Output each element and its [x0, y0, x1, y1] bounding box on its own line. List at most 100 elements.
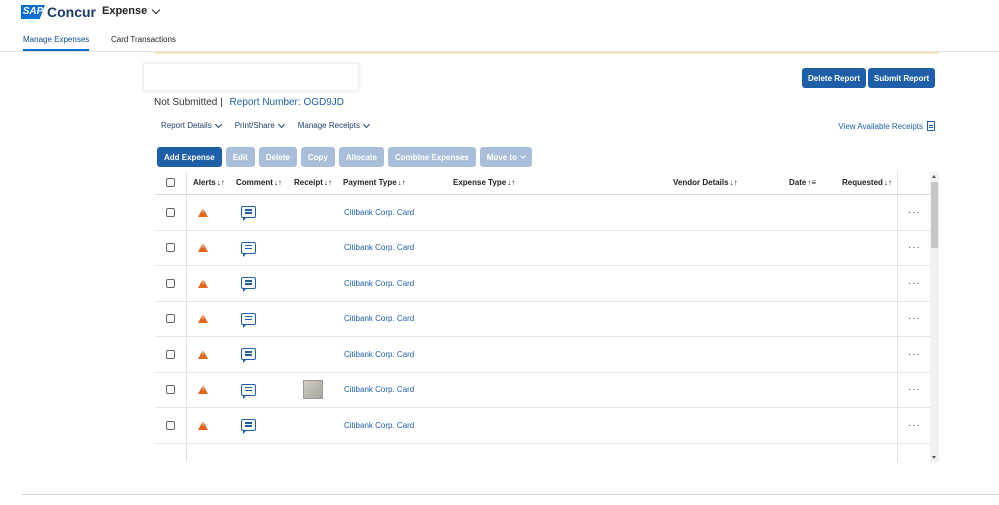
row-checkbox[interactable] — [166, 420, 175, 430]
warning-icon[interactable] — [198, 278, 208, 288]
table-row[interactable]: Citibank Corp. Card ··· — [155, 408, 930, 444]
comment-icon[interactable] — [241, 419, 256, 435]
table-row[interactable]: Citibank Corp. Card ··· — [155, 302, 930, 337]
manage-receipts-menu[interactable]: Manage Receipts — [297, 120, 371, 130]
row-more-icon[interactable]: ··· — [908, 242, 921, 253]
expense-app-menu-label: Expense — [102, 5, 148, 17]
table-row[interactable]: Citibank Corp. Card ··· — [155, 337, 930, 373]
header-payment-type[interactable]: Payment Type ↓↑ — [343, 171, 406, 194]
header-date[interactable]: Date ↑≡ — [789, 171, 816, 194]
allocate-button[interactable]: Allocate — [338, 147, 384, 167]
row-more-icon[interactable]: ··· — [908, 349, 921, 360]
receipt-thumbnail[interactable] — [303, 380, 323, 400]
row-more-icon[interactable]: ··· — [908, 207, 921, 218]
payment-type-link[interactable]: Citibank Corp. Card — [344, 350, 414, 359]
table-row[interactable]: Citibank Corp. Card ··· — [155, 195, 930, 231]
row-more-icon[interactable]: ··· — [908, 313, 921, 324]
row-checkbox[interactable] — [166, 207, 175, 217]
warning-icon[interactable] — [198, 349, 208, 359]
payment-type-link[interactable]: Citibank Corp. Card — [344, 208, 414, 217]
table-scrollbar[interactable] — [930, 172, 939, 462]
submit-report-button[interactable]: Submit Report — [868, 68, 936, 88]
view-available-receipts-link[interactable]: View Available Receipts — [838, 121, 935, 131]
chevron-down-icon — [214, 120, 222, 128]
combine-expenses-button[interactable]: Combine Expenses — [387, 147, 476, 167]
nav-tabs: Manage Expenses Card Transactions — [0, 28, 999, 52]
sort-icon: ↓↑ — [507, 178, 516, 187]
sort-icon: ↓↑ — [216, 178, 225, 187]
header-requested[interactable]: Requested ↓↑ — [842, 171, 892, 194]
copy-button[interactable]: Copy — [300, 147, 335, 167]
delete-button[interactable]: Delete — [258, 147, 297, 167]
header-requested-label: Requested — [842, 178, 883, 187]
delete-report-button[interactable]: Delete Report — [802, 68, 867, 88]
payment-type-link[interactable]: Citibank Corp. Card — [344, 385, 414, 394]
scroll-down-icon[interactable] — [932, 456, 936, 459]
header-comment-label: Comment — [236, 178, 273, 187]
move-to-button[interactable]: Move to — [479, 147, 532, 167]
tab-manage-expenses[interactable]: Manage Expenses — [23, 35, 90, 51]
chevron-down-icon — [520, 152, 526, 159]
scroll-up-icon[interactable] — [932, 175, 936, 178]
manage-receipts-label: Manage Receipts — [297, 121, 360, 130]
row-more-icon[interactable]: ··· — [908, 384, 921, 395]
chevron-down-icon — [152, 5, 161, 14]
payment-type-link[interactable]: Citibank Corp. Card — [344, 314, 414, 323]
row-more-icon[interactable]: ··· — [908, 278, 921, 289]
comment-icon[interactable] — [241, 312, 256, 328]
header-comment[interactable]: Comment ↓↑ — [236, 171, 282, 194]
comment-icon[interactable] — [241, 277, 256, 293]
move-to-label: Move to — [486, 152, 517, 162]
tab-card-transactions[interactable]: Card Transactions — [111, 35, 176, 44]
add-expense-button[interactable]: Add Expense — [157, 147, 222, 167]
comment-icon[interactable] — [241, 383, 256, 399]
sap-concur-logo[interactable]: SAP Concur — [21, 4, 96, 20]
payment-type-link[interactable]: Citibank Corp. Card — [344, 279, 414, 288]
header-payment-type-label: Payment Type — [343, 178, 397, 187]
warning-icon[interactable] — [198, 314, 208, 324]
select-all-checkbox[interactable] — [166, 178, 175, 187]
warning-icon[interactable] — [198, 243, 208, 253]
table-body: Citibank Corp. Card ··· Citibank Corp. C… — [155, 195, 930, 444]
comment-icon[interactable] — [241, 348, 256, 364]
footer-divider — [22, 494, 999, 495]
header-vendor-details[interactable]: Vendor Details ↓↑ — [673, 171, 738, 194]
table-row[interactable]: Citibank Corp. Card ··· — [155, 231, 930, 266]
report-details-label: Report Details — [161, 121, 212, 130]
expense-toolbar: Add Expense Edit Delete Copy Allocate Co… — [157, 147, 532, 167]
edit-button[interactable]: Edit — [225, 147, 255, 167]
comment-icon[interactable] — [241, 206, 256, 222]
warning-icon[interactable] — [198, 207, 208, 217]
header-expense-type[interactable]: Expense Type ↓↑ — [453, 171, 515, 194]
row-more-icon[interactable]: ··· — [908, 420, 921, 431]
row-checkbox[interactable] — [166, 349, 175, 359]
warning-icon[interactable] — [198, 420, 208, 430]
scroll-thumb[interactable] — [931, 182, 938, 248]
report-name-box[interactable] — [143, 63, 359, 91]
report-action-menus: Report Details Print/Share Manage Receip… — [161, 120, 371, 130]
row-checkbox[interactable] — [166, 243, 175, 253]
comment-icon[interactable] — [241, 241, 256, 257]
report-number: Report Number: OGD9JD — [229, 97, 345, 108]
sort-icon: ↓↑ — [397, 178, 406, 187]
warning-icon[interactable] — [198, 385, 208, 395]
sort-icon: ↑≡ — [807, 178, 817, 187]
payment-type-link[interactable]: Citibank Corp. Card — [344, 243, 414, 252]
sort-icon: ↓↑ — [323, 178, 332, 187]
notification-strip — [155, 52, 939, 54]
table-row[interactable]: Citibank Corp. Card ··· — [155, 373, 930, 408]
table-row[interactable]: Citibank Corp. Card ··· — [155, 266, 930, 302]
expense-table-panel: Add Expense Edit Delete Copy Allocate Co… — [155, 143, 940, 462]
chevron-down-icon — [362, 120, 371, 128]
print-share-label: Print/Share — [234, 121, 275, 130]
header-alerts[interactable]: Alerts ↓↑ — [193, 171, 225, 194]
row-checkbox[interactable] — [166, 278, 175, 288]
report-details-menu[interactable]: Report Details — [161, 120, 222, 130]
row-checkbox[interactable] — [166, 314, 175, 324]
row-checkbox[interactable] — [166, 385, 175, 395]
expense-app-menu[interactable]: Expense — [102, 5, 161, 17]
payment-type-link[interactable]: Citibank Corp. Card — [344, 421, 414, 430]
print-share-menu[interactable]: Print/Share — [234, 120, 285, 130]
report-status-line: Not Submitted | Report Number: OGD9JD — [154, 97, 344, 108]
header-receipt[interactable]: Receipt ↓↑ — [294, 171, 332, 194]
